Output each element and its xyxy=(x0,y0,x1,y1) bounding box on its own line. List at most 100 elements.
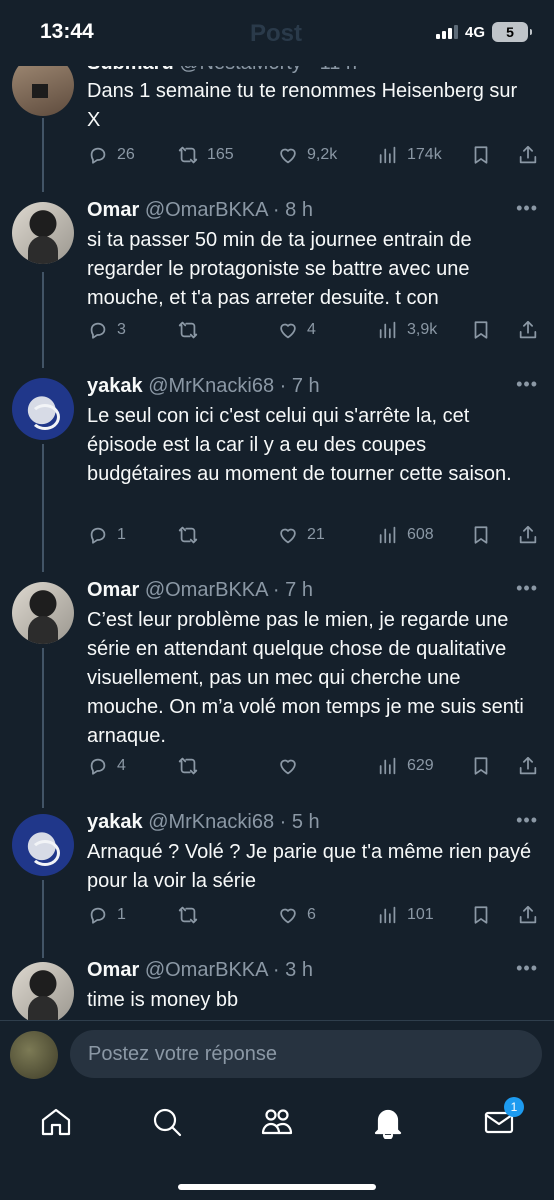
retweet-button[interactable]: 165 xyxy=(177,144,234,166)
bookmark-icon xyxy=(470,524,492,546)
signal-icon xyxy=(435,25,458,39)
bookmark-button[interactable] xyxy=(470,144,492,166)
reply-button[interactable]: 1 xyxy=(87,524,126,546)
reply-button[interactable]: 4 xyxy=(87,755,126,777)
like-button[interactable]: 4 xyxy=(277,319,316,341)
tweet-text: Dans 1 semaine tu te renommes Heisenberg… xyxy=(87,80,518,131)
views-icon xyxy=(377,144,399,166)
messages-badge: 1 xyxy=(504,1097,524,1117)
home-icon xyxy=(41,1108,71,1136)
bookmark-icon xyxy=(470,319,492,341)
share-button[interactable] xyxy=(517,319,539,341)
reply-icon xyxy=(87,144,109,166)
more-options-icon[interactable]: ••• xyxy=(516,810,538,831)
tweet[interactable]: Omar @OmarBKKA · 3 h ••• time is money b… xyxy=(0,958,554,1020)
avatar[interactable] xyxy=(12,582,74,644)
views-button[interactable]: 174k xyxy=(377,144,442,166)
tweet-text: Arnaqué ? Volé ? Je parie que t'a même r… xyxy=(87,841,532,892)
tweet[interactable]: Omar @OmarBKKA · 8 h ••• si ta passer 50… xyxy=(0,196,554,366)
retweet-button[interactable] xyxy=(177,755,207,777)
more-options-icon[interactable]: ••• xyxy=(516,198,538,219)
status-bar: Post 13:44 4G 5 xyxy=(0,0,554,66)
share-button[interactable] xyxy=(517,904,539,926)
tab-communities[interactable] xyxy=(260,1105,294,1139)
more-options-icon[interactable]: ••• xyxy=(516,578,538,599)
header-title: Post xyxy=(250,20,303,47)
tweet-actions: 3 4 3,9k xyxy=(87,319,547,343)
author-name[interactable]: yakak xyxy=(87,811,143,833)
reply-button[interactable]: 26 xyxy=(87,144,135,166)
tweet[interactable]: yakak @MrKnacki68 · 7 h ••• Le seul con … xyxy=(0,372,554,572)
tab-search[interactable] xyxy=(150,1105,184,1139)
retweet-icon xyxy=(177,755,199,777)
share-button[interactable] xyxy=(517,144,539,166)
search-icon xyxy=(153,1108,182,1137)
tab-notifications[interactable] xyxy=(371,1105,405,1141)
like-count: 9,2k xyxy=(307,146,338,163)
views-button[interactable]: 629 xyxy=(377,755,434,777)
avatar[interactable] xyxy=(12,814,74,876)
author-name[interactable]: Omar xyxy=(87,199,139,221)
author-handle: @MrKnacki68 · 7 h xyxy=(148,375,320,397)
tweet-actions: 4 629 xyxy=(87,755,547,779)
share-button[interactable] xyxy=(517,755,539,777)
retweet-button[interactable] xyxy=(177,904,207,926)
network-type: 4G xyxy=(464,23,485,41)
share-icon xyxy=(517,755,539,777)
reply-count: 1 xyxy=(117,526,126,543)
bookmark-button[interactable] xyxy=(470,755,492,777)
share-icon xyxy=(517,904,539,926)
reply-button[interactable]: 3 xyxy=(87,319,126,341)
like-icon xyxy=(277,144,299,166)
like-button[interactable]: 6 xyxy=(277,904,316,926)
bookmark-button[interactable] xyxy=(470,904,492,926)
tab-messages[interactable]: 1 xyxy=(482,1097,524,1139)
views-button[interactable]: 608 xyxy=(377,524,434,546)
view-count: 101 xyxy=(407,906,434,923)
my-avatar[interactable] xyxy=(10,1031,58,1079)
like-button[interactable]: 21 xyxy=(277,524,325,546)
battery-level: 5 xyxy=(506,24,514,40)
author-name[interactable]: Omar xyxy=(87,579,139,601)
author-name[interactable]: Omar xyxy=(87,959,139,981)
author-handle: @MrKnacki68 · 5 h xyxy=(148,811,320,833)
author-name[interactable]: yakak xyxy=(87,375,143,397)
more-options-icon[interactable]: ••• xyxy=(516,374,538,395)
reply-button[interactable]: 1 xyxy=(87,904,126,926)
retweet-count: 165 xyxy=(207,146,234,163)
more-options-icon[interactable]: ••• xyxy=(516,958,538,979)
avatar[interactable] xyxy=(12,378,74,440)
communities-icon xyxy=(261,1109,293,1135)
reply-icon xyxy=(87,319,109,341)
tweet[interactable]: Omar @OmarBKKA · 7 h ••• C’est leur prob… xyxy=(0,576,554,806)
tweet[interactable]: yakak @MrKnacki68 · 5 h ••• Arnaqué ? Vo… xyxy=(0,808,554,958)
home-indicator[interactable] xyxy=(178,1184,376,1190)
view-count: 174k xyxy=(407,146,442,163)
retweet-button[interactable] xyxy=(177,524,207,546)
like-button[interactable]: 9,2k xyxy=(277,144,337,166)
tweet-header: Omar @OmarBKKA · 3 h xyxy=(87,959,313,982)
battery-icon: 5 xyxy=(492,22,532,42)
retweet-icon xyxy=(177,524,199,546)
view-count: 3,9k xyxy=(407,321,438,338)
avatar[interactable] xyxy=(12,962,74,1020)
bookmark-button[interactable] xyxy=(470,524,492,546)
reply-count: 4 xyxy=(117,757,126,774)
retweet-button[interactable] xyxy=(177,319,207,341)
share-button[interactable] xyxy=(517,524,539,546)
like-count: 6 xyxy=(307,906,316,923)
avatar[interactable] xyxy=(12,202,74,264)
reply-input[interactable]: Postez votre réponse xyxy=(70,1030,542,1078)
conversation-feed[interactable]: Submarù @NestaMorty · 11 h Dans 1 semain… xyxy=(0,0,554,1020)
share-icon xyxy=(517,524,539,546)
like-button[interactable] xyxy=(277,755,307,777)
views-button[interactable]: 101 xyxy=(377,904,434,926)
views-button[interactable]: 3,9k xyxy=(377,319,437,341)
tab-home[interactable] xyxy=(39,1105,73,1139)
like-icon xyxy=(277,755,299,777)
views-icon xyxy=(377,524,399,546)
reply-icon xyxy=(87,904,109,926)
tweet-text: Le seul con ici c'est celui qui s'arrête… xyxy=(87,405,512,485)
bookmark-button[interactable] xyxy=(470,319,492,341)
author-handle: @OmarBKKA · 7 h xyxy=(144,579,313,601)
